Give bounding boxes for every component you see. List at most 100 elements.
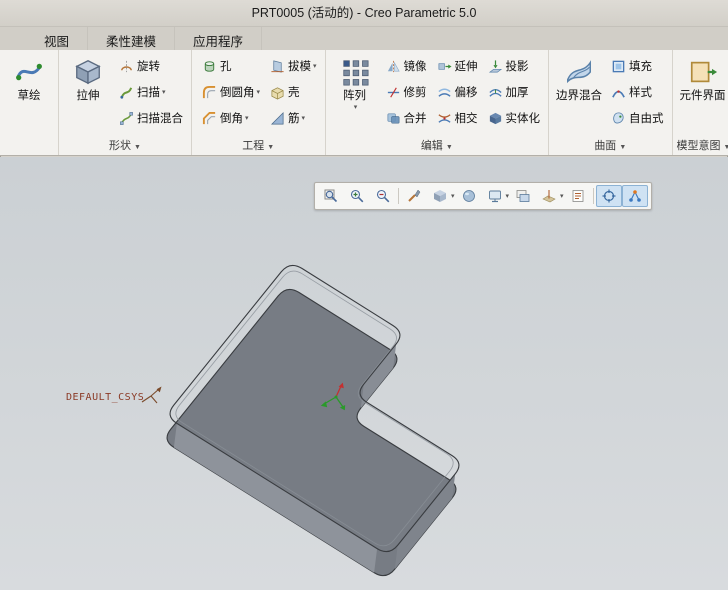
annotation-display-icon [570, 188, 586, 204]
sketch-button[interactable]: 草绘 [4, 53, 54, 103]
extrude-icon [73, 57, 103, 87]
boundary-blend-button[interactable]: 边界混合 [553, 53, 605, 103]
chamfer-label: 倒角 [220, 113, 243, 125]
engineering-footer-label: 工程 [242, 140, 265, 152]
shaded-view-button[interactable] [456, 185, 482, 207]
title-bar: PRT0005 (活动的) - Creo Parametric 5.0 [0, 0, 728, 27]
project-button[interactable]: 投影 [484, 53, 545, 79]
dropdown-caret[interactable]: ▾ [560, 192, 564, 200]
datum-display-button[interactable] [536, 185, 562, 207]
pattern-button[interactable]: 阵列 ▾ [330, 53, 380, 111]
mirror-icon [386, 59, 401, 74]
saved-orientations-icon [487, 188, 503, 204]
shapes-footer-label: 形状 [109, 140, 132, 152]
csys-marker[interactable] [141, 386, 162, 404]
graphics-area[interactable]: DEFAULT_CSYS ▾ ▾ ▾ [0, 157, 728, 590]
chamfer-icon [202, 111, 217, 126]
extend-button[interactable]: 延伸 [433, 53, 482, 79]
dropdown-caret: ▼ [619, 144, 627, 151]
fill-icon [611, 59, 626, 74]
draft-label: 拔模 [288, 61, 312, 73]
zoom-out-icon [375, 188, 391, 204]
group-footer-model-intent[interactable]: 模型意图 ▼ [673, 138, 728, 155]
sweep-icon [119, 85, 134, 100]
fill-button[interactable]: 填充 [607, 53, 668, 79]
dropdown-caret[interactable]: ▾ [506, 192, 510, 200]
trim-label: 修剪 [403, 87, 427, 99]
chamfer-button[interactable]: 倒角 ▾ [198, 105, 264, 131]
dropdown-caret[interactable]: ▾ [451, 192, 455, 200]
tab-bar: 视图 柔性建模 应用程序 [0, 27, 728, 50]
saved-orientations-button[interactable] [482, 185, 508, 207]
offset-button[interactable]: 偏移 [433, 79, 482, 105]
refit-button[interactable] [318, 185, 344, 207]
annotation-display-button[interactable] [565, 185, 591, 207]
component-interface-button[interactable]: 元件界面 [677, 53, 728, 103]
draft-button[interactable]: 拔模 ▾ [266, 53, 321, 79]
sweep-blend-button[interactable]: 扫描混合 [115, 105, 187, 131]
view-graph-button[interactable] [621, 185, 648, 207]
round-icon [202, 85, 217, 100]
style-button[interactable]: 样式 [607, 79, 668, 105]
shell-button[interactable]: 壳 [266, 79, 321, 105]
dropdown-caret: ▼ [134, 144, 141, 151]
project-label: 投影 [505, 61, 529, 73]
revolve-button[interactable]: 旋转 [115, 53, 187, 79]
refit-icon [323, 188, 339, 204]
zoom-out-button[interactable] [370, 185, 396, 207]
sweep-label: 扫描 [137, 87, 160, 99]
offset-label: 偏移 [454, 87, 478, 99]
zoom-in-button[interactable] [344, 185, 370, 207]
group-footer-editing[interactable]: 编辑 ▼ [326, 138, 549, 155]
display-style-button[interactable] [427, 185, 453, 207]
mirror-button[interactable]: 镜像 [382, 53, 431, 79]
hole-icon [202, 59, 217, 74]
group-footer-shapes[interactable]: 形状 ▼ [59, 138, 191, 155]
style-label: 样式 [629, 87, 653, 99]
solidify-button[interactable]: 实体化 [484, 105, 545, 131]
spin-center-button[interactable] [595, 185, 622, 207]
zoom-in-icon [349, 188, 365, 204]
dropdown-caret: ▾ [245, 115, 249, 122]
repaint-button[interactable] [401, 185, 427, 207]
ribbon-group-sketch: 草绘 [0, 50, 59, 155]
offset-icon [437, 85, 452, 100]
rib-button[interactable]: 筋 ▾ [266, 105, 321, 131]
sketch-label: 草绘 [17, 90, 41, 102]
sweep-button[interactable]: 扫描 ▾ [115, 79, 187, 105]
freestyle-button[interactable]: 自由式 [607, 105, 668, 131]
surfaces-footer-label: 曲面 [594, 140, 617, 152]
extrude-button[interactable]: 拉伸 [63, 53, 113, 103]
round-button[interactable]: 倒圆角 ▾ [198, 79, 264, 105]
mirror-label: 镜像 [403, 61, 427, 73]
group-footer-engineering[interactable]: 工程 ▼ [192, 138, 325, 155]
spin-center-icon [601, 188, 617, 204]
thicken-icon [488, 85, 503, 100]
style-icon [611, 85, 626, 100]
view-graph-icon [627, 188, 643, 204]
hole-button[interactable]: 孔 [198, 53, 264, 79]
intersect-button[interactable]: 相交 [433, 105, 482, 131]
tab-flexible-modeling[interactable]: 柔性建模 [88, 27, 176, 50]
model-intent-footer-label: 模型意图 [676, 140, 721, 152]
merge-icon [386, 111, 401, 126]
thicken-button[interactable]: 加厚 [484, 79, 545, 105]
trim-button[interactable]: 修剪 [382, 79, 431, 105]
draft-icon [270, 59, 285, 74]
csys-label[interactable]: DEFAULT_CSYS [66, 392, 144, 403]
project-icon [488, 59, 503, 74]
tab-applications[interactable]: 应用程序 [175, 27, 263, 50]
ribbon-group-engineering: 孔 倒圆角 ▾ 倒角 ▾ 拔模 ▾ 壳 筋 ▾ 工程 ▼ [192, 50, 326, 155]
display-style-icon [432, 188, 448, 204]
group-footer-surfaces[interactable]: 曲面 ▼ [549, 138, 672, 155]
extend-label: 延伸 [454, 61, 478, 73]
trim-icon [386, 85, 401, 100]
boundary-blend-icon [564, 57, 594, 87]
group-footer-sketch [0, 138, 58, 155]
thicken-label: 加厚 [505, 87, 529, 99]
shaded-view-icon [461, 188, 477, 204]
merge-button[interactable]: 合并 [382, 105, 431, 131]
view-manager-button[interactable] [510, 185, 536, 207]
tab-view[interactable]: 视图 [26, 27, 89, 50]
dropdown-caret: ▾ [301, 115, 306, 122]
